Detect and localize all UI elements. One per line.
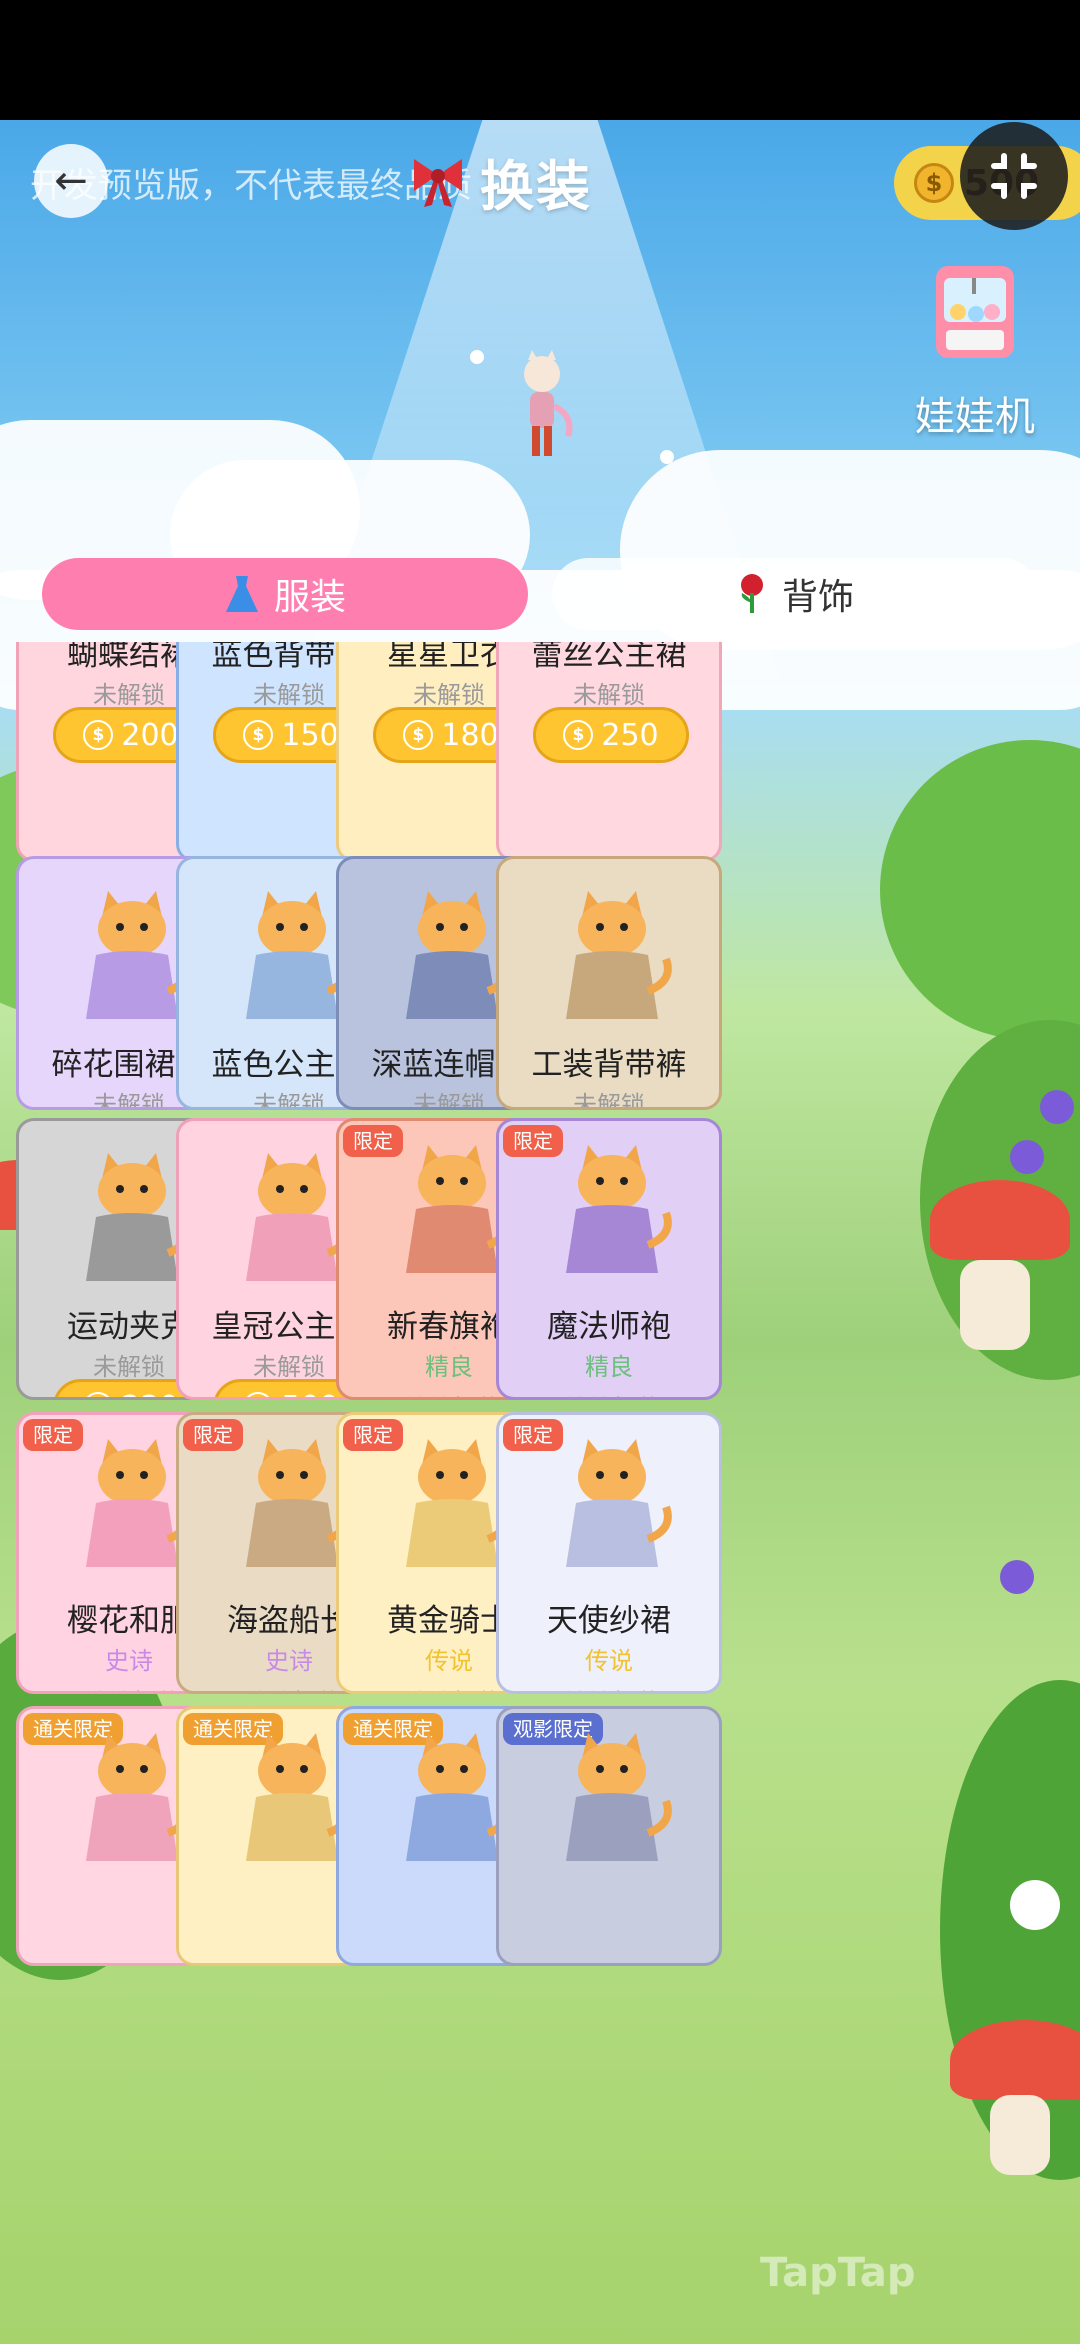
cat-outfit-illustration [566,1733,672,1861]
lock-status: 未解锁 [573,1091,645,1110]
coin-icon: $ [563,720,594,750]
costume-grid: 蝴蝶结裙 未解锁 $ 200 蓝色背带裤 未解锁 $ 150 星星卫衣 未解锁 $ 1… [16,642,968,2344]
fullscreen-button[interactable] [960,122,1068,230]
price-value: 220 [121,1390,178,1398]
price-value: 180 [441,717,499,753]
costume-card[interactable]: 工装背带裤未解锁 $ 150 [496,856,722,1110]
cat-outfit-illustration [566,891,672,1019]
costume-card[interactable]: 观影限定 [496,1706,722,1966]
coin-icon: $ [243,1392,274,1397]
price-value: 250 [601,717,659,753]
costume-name: 工装背带裤 [531,1047,687,1083]
tab-backpiece-label: 背饰 [781,577,854,618]
back-arrow-icon: ← [54,158,88,204]
price-value: 150 [281,717,339,753]
coin-icon: $ [83,1392,114,1397]
coin-icon: $ [243,720,274,750]
character-preview [502,346,582,466]
cat-outfit-illustration [566,1439,672,1567]
costume-card[interactable]: 蕾丝公主裙未解锁 $ 250 [496,642,722,862]
source-label: ▣ 娃娃机获取 [499,1389,719,1397]
costume-card[interactable]: 限定 魔法师袍精良 ▣ 娃娃机获取 非卖品 [496,1118,722,1400]
rarity-label: 传说 [585,1647,633,1675]
tab-costume-label: 服装 [273,577,346,618]
claw-ticket-icon: ▣ [214,1689,244,1691]
bow-icon [414,159,462,207]
claw-machine-button[interactable]: 娃娃机 [900,262,1050,452]
page-title: 换装 [480,154,592,218]
costume-name: 魔法师袍 [547,1309,671,1345]
costume-card[interactable]: 限定 天使纱裙传说 ▣ 娃娃机获取 非卖品 [496,1412,722,1694]
page-header: 换装 [408,146,592,218]
cat-outfit-illustration [566,1145,672,1273]
costume-name: 天使纱裙 [547,1603,671,1639]
rarity-label: 精良 [585,1353,633,1381]
coin-icon: $ [403,720,434,750]
dress-icon [225,576,258,612]
claw-ticket-icon: ▣ [534,1689,564,1691]
tab-backpiece[interactable]: 背饰 [552,558,1038,630]
claw-machine-label: 娃娃机 [915,394,1035,440]
claw-ticket-icon: ▣ [374,1395,404,1397]
tab-costume[interactable]: 服装 [42,558,528,630]
claw-ticket-icon: ▣ [534,1395,564,1397]
coin-icon: $ [83,720,114,750]
lock-status: 未解锁 [573,681,645,709]
claw-machine-icon [936,266,1014,358]
watermark: TapTap [760,2250,916,2296]
rose-icon [740,574,763,613]
price-value: 200 [121,717,179,753]
source-label: ▣ 娃娃机获取 [499,1683,719,1691]
price-value: 500 [281,1390,338,1398]
claw-ticket-icon: ▣ [374,1689,404,1691]
back-button[interactable]: ← [34,144,108,218]
status-bar [0,0,1080,120]
price-button[interactable]: $ 250 [533,707,689,763]
collapse-icon [991,153,1037,199]
claw-ticket-icon: ▣ [54,1689,84,1691]
costume-name: 蕾丝公主裙 [531,642,687,673]
coin-bag-icon: $ [914,163,954,203]
